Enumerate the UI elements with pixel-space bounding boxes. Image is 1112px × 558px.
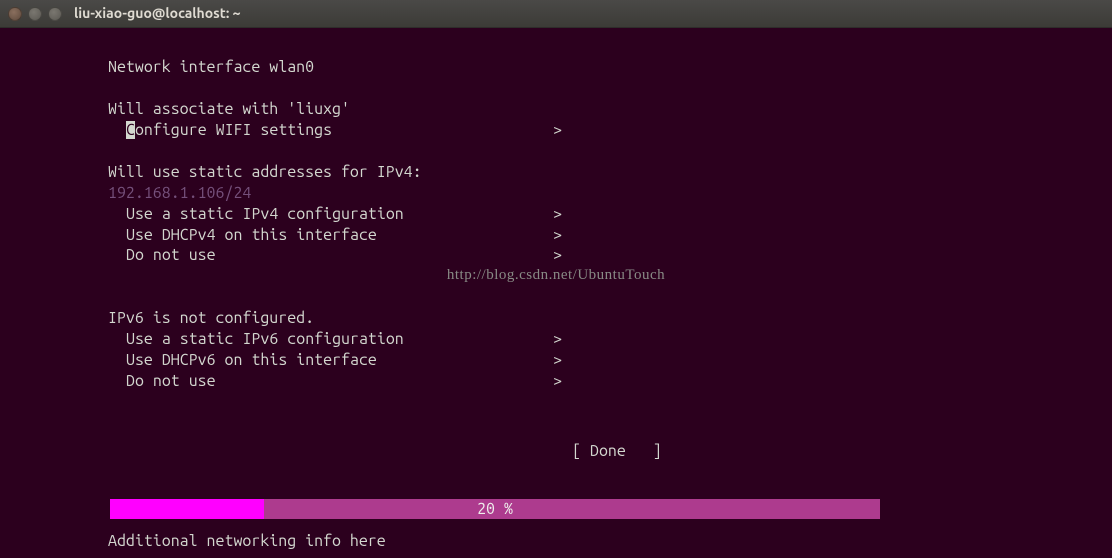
progress-bar: 20 % (110, 499, 880, 519)
menu-ipv4-static[interactable]: Use a static IPv4 configuration > (108, 204, 1072, 225)
menu-ipv6-static[interactable]: Use a static IPv6 configuration > (108, 329, 1072, 350)
menu-ipv4-dhcp[interactable]: Use DHCPv4 on this interface > (108, 225, 1072, 246)
ipv6-header: IPv6 is not configured. (108, 308, 1072, 329)
done-button[interactable]: [ Done ] (108, 413, 1072, 483)
interface-header: Network interface wlan0 (108, 57, 1072, 78)
ipv4-static-label: Use a static IPv4 configuration (126, 204, 404, 225)
ipv6-static-label: Use a static IPv6 configuration (126, 329, 404, 350)
maximize-icon[interactable] (48, 7, 62, 21)
cursor-block: C (126, 121, 135, 139)
minimize-icon[interactable] (28, 7, 42, 21)
terminal-area: Network interface wlan0 Will associate w… (0, 28, 1112, 558)
ipv6-none-label: Do not use (126, 371, 216, 392)
chevron-right-icon: > (553, 329, 1072, 350)
titlebar: liu-xiao-guo@localhost: ~ (0, 0, 1112, 28)
chevron-right-icon: > (553, 245, 1072, 266)
menu-ipv4-none[interactable]: Do not use > (108, 245, 1072, 266)
window-controls (8, 7, 62, 21)
done-label: [ Done ] (572, 442, 662, 460)
ipv4-address: 192.168.1.106/24 (108, 183, 1072, 204)
close-icon[interactable] (8, 7, 22, 21)
footer-text: Additional networking info here (108, 531, 1072, 552)
ipv4-dhcp-label: Use DHCPv4 on this interface (126, 225, 377, 246)
chevron-right-icon: > (553, 350, 1072, 371)
wifi-associate-line: Will associate with 'liuxg' (108, 99, 1072, 120)
chevron-right-icon: > (553, 120, 1072, 141)
ipv4-header: Will use static addresses for IPv4: (108, 162, 1072, 183)
menu-ipv6-none[interactable]: Do not use > (108, 371, 1072, 392)
progress-bar-container: 20 % (0, 499, 1112, 519)
watermark-text: http://blog.csdn.net/UbuntuTouch (0, 266, 1112, 287)
ipv6-dhcp-label: Use DHCPv6 on this interface (126, 350, 377, 371)
chevron-right-icon: > (553, 225, 1072, 246)
window-title: liu-xiao-guo@localhost: ~ (74, 4, 241, 22)
ipv4-none-label: Do not use (126, 245, 216, 266)
configure-wifi-label: onfigure WIFI settings (135, 121, 332, 139)
menu-configure-wifi[interactable]: Configure WIFI settings > (108, 120, 1072, 141)
chevron-right-icon: > (553, 204, 1072, 225)
progress-percent: 20 % (110, 499, 880, 519)
chevron-right-icon: > (553, 371, 1072, 392)
menu-ipv6-dhcp[interactable]: Use DHCPv6 on this interface > (108, 350, 1072, 371)
